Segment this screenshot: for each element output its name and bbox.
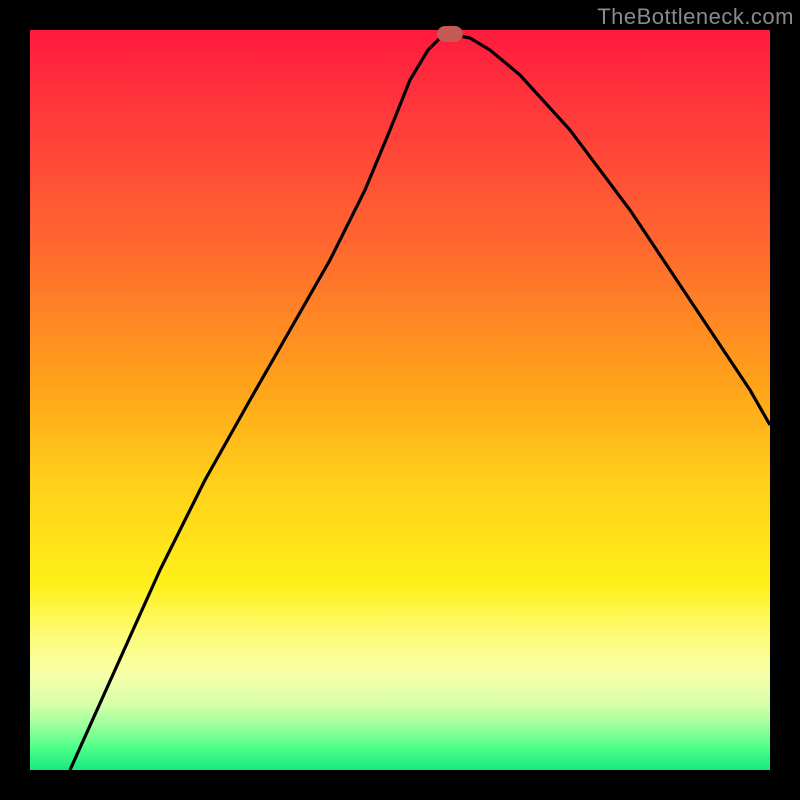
- optimal-marker: [437, 26, 463, 42]
- watermark-text: TheBottleneck.com: [597, 4, 794, 30]
- chart-frame: TheBottleneck.com: [0, 0, 800, 800]
- bottleneck-curve: [30, 30, 770, 770]
- plot-area: [30, 30, 770, 770]
